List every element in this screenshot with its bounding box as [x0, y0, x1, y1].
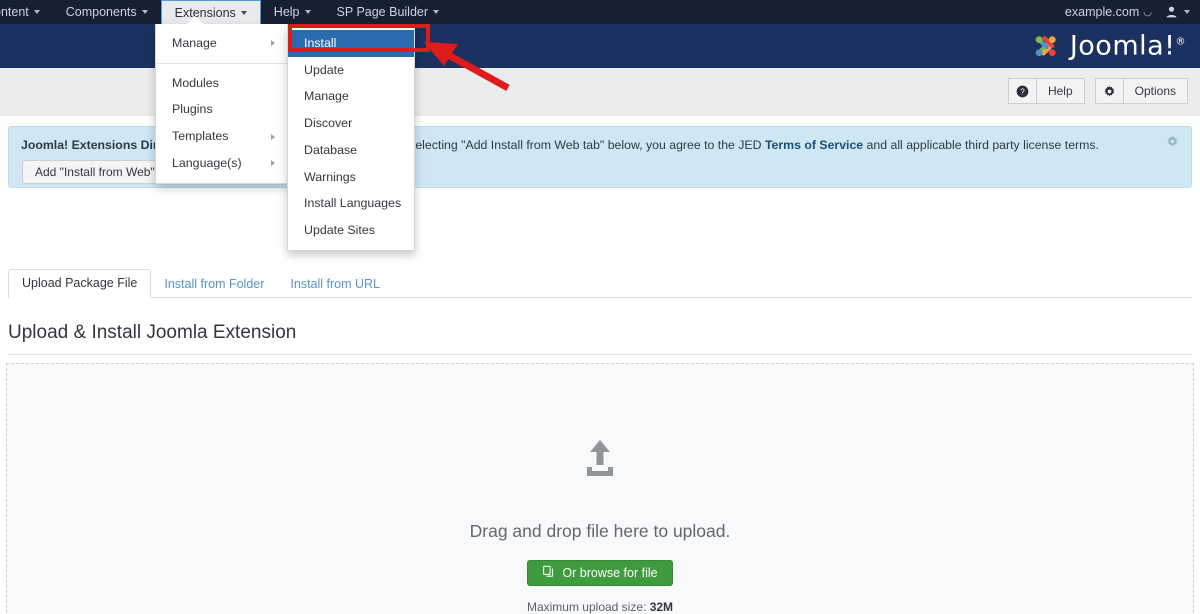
- menu-item-templates[interactable]: Templates: [156, 123, 287, 150]
- menu-item-modules-label: Modules: [172, 75, 219, 92]
- content-area: Joomla! Extensions Directory (JED) is no…: [0, 116, 1200, 614]
- submenu-item-warnings-label: Warnings: [304, 169, 356, 186]
- tab-install-from-url-label: Install from URL: [290, 277, 380, 291]
- manage-submenu: Install Update Manage Discover Database …: [287, 24, 415, 251]
- submenu-item-update[interactable]: Update: [288, 57, 414, 84]
- menu-item-components-label: Components: [66, 0, 137, 24]
- menu-item-content-label: ontent: [0, 0, 29, 24]
- external-link-icon: ◡: [1143, 7, 1152, 18]
- chevron-down-icon: [1184, 10, 1190, 14]
- top-bar-right: example.com ◡: [1065, 0, 1190, 24]
- chevron-down-icon: [142, 10, 148, 14]
- browse-for-file-label: Or browse for file: [562, 566, 657, 580]
- page-title: Upload & Install Joomla Extension: [8, 322, 296, 344]
- alert-text-end: and all applicable third party license t…: [863, 138, 1099, 152]
- max-upload-size-label: Maximum upload size:: [527, 600, 650, 614]
- menu-item-languages-label: Language(s): [172, 155, 242, 172]
- menu-item-extensions[interactable]: Extensions: [161, 0, 261, 24]
- submenu-item-install-label: Install: [304, 35, 336, 52]
- brand-name-label: Joomla!: [1070, 31, 1176, 62]
- submenu-item-update-sites[interactable]: Update Sites: [288, 217, 414, 244]
- menu-pointer: [186, 16, 204, 25]
- submenu-item-install[interactable]: Install: [288, 30, 414, 57]
- question-circle-icon: ?: [1008, 78, 1036, 104]
- menu-item-content[interactable]: ontent: [0, 0, 53, 24]
- gear-icon: [1095, 78, 1123, 104]
- submenu-item-update-label: Update: [304, 62, 344, 79]
- menu-item-plugins[interactable]: Plugins: [156, 96, 287, 123]
- install-method-tabs: Upload Package File Install from Folder …: [8, 268, 1192, 298]
- extensions-dropdown-menu: Manage Modules Plugins Templates Languag…: [155, 24, 288, 184]
- joomla-logo-icon: [1031, 31, 1061, 61]
- menu-divider: [156, 63, 287, 64]
- menu-item-languages[interactable]: Language(s): [156, 150, 287, 177]
- dropzone-title: Drag and drop file here to upload.: [470, 521, 731, 542]
- tab-install-from-folder[interactable]: Install from Folder: [151, 271, 277, 298]
- menu-item-help[interactable]: Help: [261, 0, 324, 24]
- submenu-item-install-languages[interactable]: Install Languages: [288, 190, 414, 217]
- menu-item-modules[interactable]: Modules: [156, 70, 287, 97]
- tab-install-from-folder-label: Install from Folder: [164, 277, 264, 291]
- trademark-symbol: ®: [1176, 37, 1187, 48]
- help-button[interactable]: ? Help: [1008, 78, 1085, 104]
- svg-text:?: ?: [1020, 87, 1025, 96]
- chevron-down-icon: [433, 10, 439, 14]
- chevron-right-icon: [271, 134, 275, 140]
- submenu-item-manage[interactable]: Manage: [288, 83, 414, 110]
- menu-item-templates-label: Templates: [172, 128, 228, 145]
- tab-upload-package-file[interactable]: Upload Package File: [8, 269, 151, 298]
- heading-divider: [8, 354, 1192, 355]
- user-icon: [1166, 6, 1177, 18]
- toolbar-buttons: ? Help Options: [1008, 78, 1188, 104]
- max-upload-size: Maximum upload size: 32M: [527, 600, 673, 614]
- options-button[interactable]: Options: [1095, 78, 1188, 104]
- site-preview-link[interactable]: example.com ◡: [1065, 5, 1152, 19]
- terms-of-service-link[interactable]: Terms of Service: [765, 138, 863, 152]
- file-dropzone[interactable]: Drag and drop file here to upload. Or br…: [6, 363, 1194, 614]
- tab-upload-package-file-label: Upload Package File: [22, 276, 137, 290]
- menu-item-plugins-label: Plugins: [172, 101, 213, 118]
- menu-item-extensions-label: Extensions: [175, 1, 236, 25]
- browse-for-file-button[interactable]: Or browse for file: [527, 560, 672, 586]
- menu-item-help-label: Help: [274, 0, 300, 24]
- menu-item-manage[interactable]: Manage: [156, 30, 287, 57]
- submenu-item-warnings[interactable]: Warnings: [288, 164, 414, 191]
- chevron-right-icon: [271, 40, 275, 46]
- gear-icon[interactable]: [1166, 135, 1179, 151]
- site-name-label: example.com: [1065, 5, 1139, 19]
- help-button-label: Help: [1036, 78, 1085, 104]
- menu-item-manage-label: Manage: [172, 35, 217, 52]
- chevron-right-icon: [271, 160, 275, 166]
- submenu-item-database-label: Database: [304, 142, 357, 159]
- chevron-down-icon: [305, 10, 311, 14]
- submenu-item-discover-label: Discover: [304, 115, 352, 132]
- max-upload-size-value: 32M: [650, 600, 673, 614]
- submenu-item-install-languages-label: Install Languages: [304, 195, 401, 212]
- top-navigation-bar: ontent Components Extensions Help SP Pag…: [0, 0, 1200, 24]
- joomla-brand: Joomla!®: [1031, 31, 1186, 62]
- main-menu: ontent Components Extensions Help SP Pag…: [0, 0, 452, 24]
- menu-item-components[interactable]: Components: [53, 0, 161, 24]
- options-button-label: Options: [1123, 78, 1188, 104]
- tab-install-from-url[interactable]: Install from URL: [277, 271, 393, 298]
- menu-item-sp-page-builder-label: SP Page Builder: [337, 0, 429, 24]
- user-menu[interactable]: [1166, 6, 1190, 18]
- add-install-from-web-tab-label: Add "Install from Web" tab: [35, 165, 175, 179]
- menu-item-sp-page-builder[interactable]: SP Page Builder: [324, 0, 453, 24]
- chevron-down-icon: [34, 10, 40, 14]
- upload-arrow-icon: [576, 434, 624, 487]
- copy-file-icon: [542, 565, 555, 581]
- dropzone-content: Drag and drop file here to upload. Or br…: [7, 434, 1193, 614]
- chevron-down-icon: [241, 11, 247, 15]
- submenu-item-update-sites-label: Update Sites: [304, 222, 375, 239]
- brand-name: Joomla!®: [1070, 31, 1186, 62]
- submenu-item-discover[interactable]: Discover: [288, 110, 414, 137]
- submenu-item-database[interactable]: Database: [288, 137, 414, 164]
- submenu-item-manage-label: Manage: [304, 88, 349, 105]
